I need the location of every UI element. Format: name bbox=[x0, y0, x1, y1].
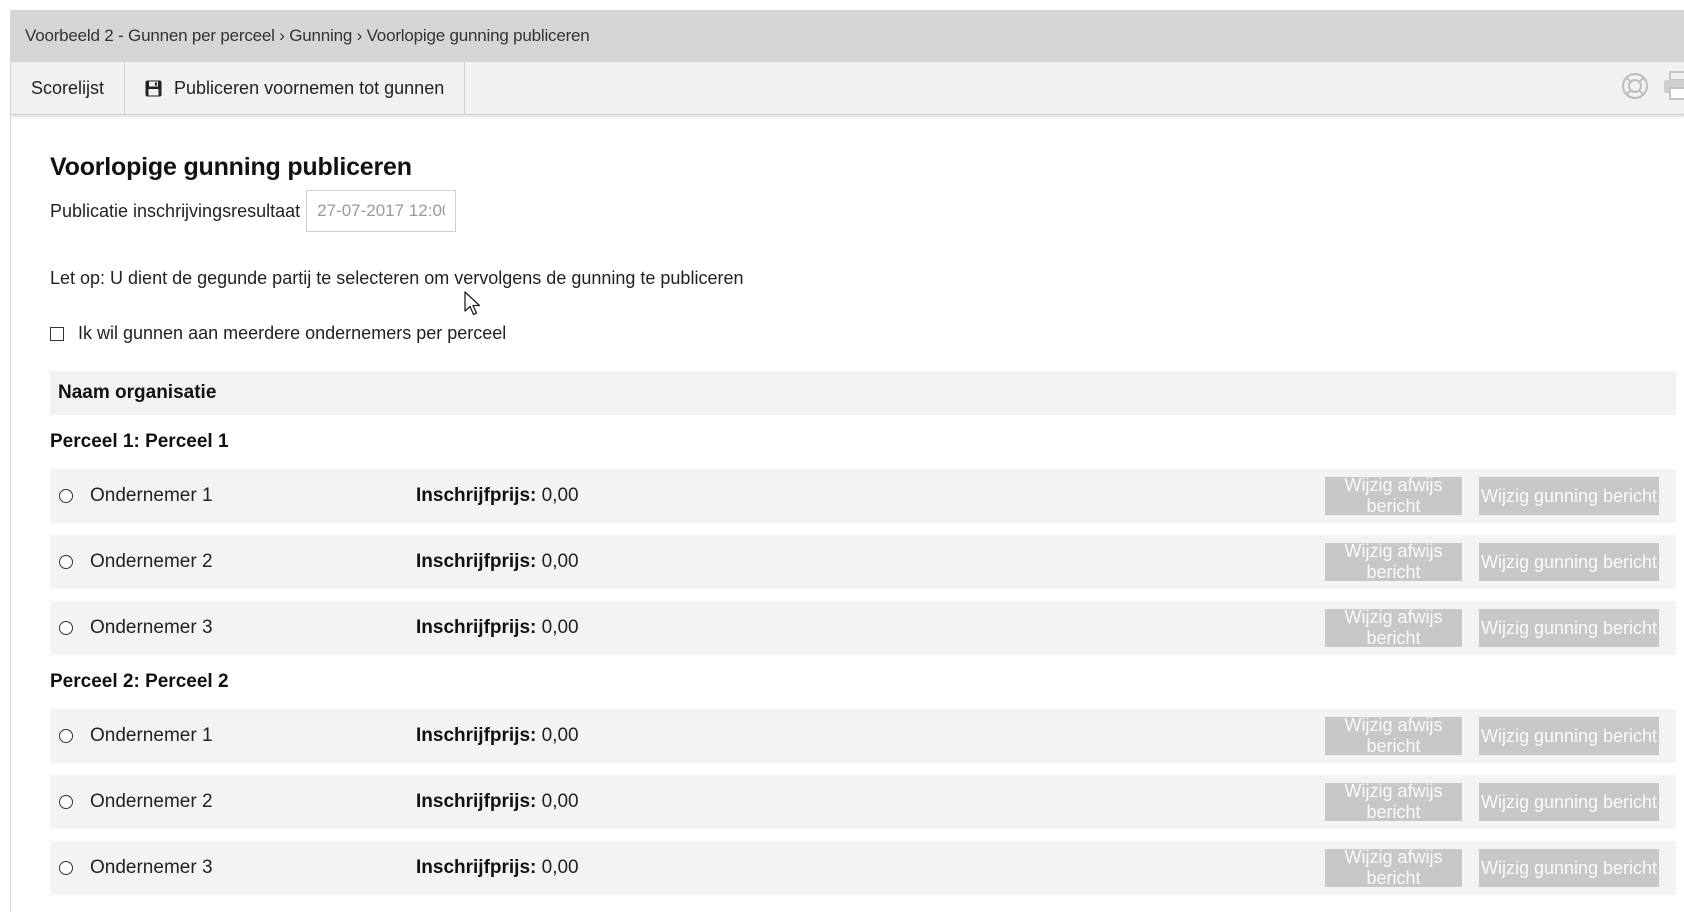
edit-award-message-button[interactable]: Wijzig gunning bericht bbox=[1479, 783, 1659, 821]
bid-price-label: Inschrijfprijs: bbox=[416, 617, 537, 638]
bid-price: Inschrijfprijs: 0,00 bbox=[416, 725, 579, 747]
row-actions: Wijzig afwijs bericht Wijzig gunning ber… bbox=[1308, 607, 1659, 648]
breadcrumb: Voorbeeld 2 - Gunnen per perceel › Gunni… bbox=[11, 10, 1684, 62]
bid-price-value: 0,00 bbox=[541, 485, 579, 506]
toolbar: Scorelijst Publiceren voornemen tot gunn… bbox=[11, 62, 1684, 115]
scorelijst-label: Scorelijst bbox=[31, 77, 105, 98]
edit-award-message-button[interactable]: Wijzig gunning bericht bbox=[1479, 543, 1659, 581]
mouse-cursor-icon bbox=[464, 291, 481, 316]
bid-price: Inschrijfprijs: 0,00 bbox=[416, 791, 579, 813]
edit-award-message-button[interactable]: Wijzig gunning bericht bbox=[1479, 717, 1659, 755]
edit-rejection-message-button[interactable]: Wijzig afwijs bericht bbox=[1325, 607, 1462, 648]
lot-title: Perceel 1: Perceel 1 bbox=[50, 431, 229, 452]
select-bidder-radio[interactable] bbox=[59, 795, 73, 809]
table-row: Ondernemer 1 Inschrijfprijs: 0,00 Wijzig… bbox=[50, 709, 1676, 763]
table-row: Ondernemer 2 Inschrijfprijs: 0,00 Wijzig… bbox=[50, 535, 1676, 589]
table-row: Ondernemer 2 Inschrijfprijs: 0,00 Wijzig… bbox=[50, 775, 1676, 829]
bid-price-label: Inschrijfprijs: bbox=[416, 485, 537, 506]
bid-price: Inschrijfprijs: 0,00 bbox=[416, 617, 579, 639]
row-actions: Wijzig afwijs bericht Wijzig gunning ber… bbox=[1308, 781, 1659, 822]
bidder-name: Ondernemer 1 bbox=[90, 485, 213, 506]
bidder-name: Ondernemer 1 bbox=[90, 725, 213, 746]
table-header: Naam organisatie bbox=[50, 371, 1676, 415]
toolbar-right bbox=[1621, 62, 1684, 114]
table-row: Ondernemer 3 Inschrijfprijs: 0,00 Wijzig… bbox=[50, 601, 1676, 655]
selection-note: Let op: U dient de gegunde partij te sel… bbox=[50, 268, 744, 288]
scorelijst-button[interactable]: Scorelijst bbox=[11, 62, 126, 114]
help-lifebuoy-icon[interactable] bbox=[1621, 72, 1649, 105]
lot-title: Perceel 2: Perceel 2 bbox=[50, 671, 229, 692]
bid-price-label: Inschrijfprijs: bbox=[416, 551, 537, 572]
edit-award-message-button[interactable]: Wijzig gunning bericht bbox=[1479, 609, 1659, 647]
publication-row: Publicatie inschrijvingsresultaat bbox=[50, 190, 1684, 232]
main-content: Voorlopige gunning publiceren Publicatie… bbox=[11, 115, 1684, 895]
print-icon[interactable] bbox=[1663, 70, 1684, 106]
select-bidder-radio[interactable] bbox=[59, 621, 73, 635]
multi-award-option: Ik wil gunnen aan meerdere ondernemers p… bbox=[50, 323, 1684, 344]
table-row: Ondernemer 1 Inschrijfprijs: 0,00 Wijzig… bbox=[50, 469, 1676, 523]
edit-award-message-button[interactable]: Wijzig gunning bericht bbox=[1479, 849, 1659, 887]
publication-label: Publicatie inschrijvingsresultaat bbox=[50, 200, 301, 221]
edit-award-message-button[interactable]: Wijzig gunning bericht bbox=[1479, 477, 1659, 515]
page-title: Voorlopige gunning publiceren bbox=[50, 153, 412, 181]
bid-price-value: 0,00 bbox=[541, 725, 579, 746]
select-bidder-radio[interactable] bbox=[59, 489, 73, 503]
app-frame: Voorbeeld 2 - Gunnen per perceel › Gunni… bbox=[10, 10, 1684, 912]
bidder-name: Ondernemer 2 bbox=[90, 551, 213, 572]
bidder-name: Ondernemer 3 bbox=[90, 617, 213, 638]
bid-price-value: 0,00 bbox=[541, 857, 579, 878]
breadcrumb-text: Voorbeeld 2 - Gunnen per perceel › Gunni… bbox=[25, 26, 590, 45]
select-bidder-radio[interactable] bbox=[59, 861, 73, 875]
bid-price-label: Inschrijfprijs: bbox=[416, 725, 537, 746]
bidder-name: Ondernemer 2 bbox=[90, 791, 213, 812]
multi-award-checkbox[interactable] bbox=[50, 326, 64, 341]
edit-rejection-message-button[interactable]: Wijzig afwijs bericht bbox=[1325, 475, 1462, 516]
bid-price-label: Inschrijfprijs: bbox=[416, 857, 537, 878]
select-bidder-radio[interactable] bbox=[59, 555, 73, 569]
select-bidder-radio[interactable] bbox=[59, 729, 73, 743]
bid-price-value: 0,00 bbox=[541, 551, 579, 572]
table-row: Ondernemer 3 Inschrijfprijs: 0,00 Wijzig… bbox=[50, 841, 1676, 895]
row-actions: Wijzig afwijs bericht Wijzig gunning ber… bbox=[1308, 715, 1659, 756]
multi-award-label: Ik wil gunnen aan meerdere ondernemers p… bbox=[78, 323, 507, 343]
publish-intention-label: Publiceren voornemen tot gunnen bbox=[174, 77, 445, 98]
row-actions: Wijzig afwijs bericht Wijzig gunning ber… bbox=[1308, 541, 1659, 582]
bidders-table: Naam organisatie Perceel 1: Perceel 1 On… bbox=[50, 371, 1676, 895]
bid-price-value: 0,00 bbox=[541, 791, 579, 812]
edit-rejection-message-button[interactable]: Wijzig afwijs bericht bbox=[1325, 781, 1462, 822]
bid-price-value: 0,00 bbox=[541, 617, 579, 638]
column-header-organization: Naam organisatie bbox=[58, 382, 217, 403]
edit-rejection-message-button[interactable]: Wijzig afwijs bericht bbox=[1325, 541, 1462, 582]
row-actions: Wijzig afwijs bericht Wijzig gunning ber… bbox=[1308, 847, 1659, 888]
edit-rejection-message-button[interactable]: Wijzig afwijs bericht bbox=[1325, 715, 1462, 756]
edit-rejection-message-button[interactable]: Wijzig afwijs bericht bbox=[1325, 847, 1462, 888]
bid-price: Inschrijfprijs: 0,00 bbox=[416, 857, 579, 879]
bid-price: Inschrijfprijs: 0,00 bbox=[416, 551, 579, 573]
publish-intention-button[interactable]: Publiceren voornemen tot gunnen bbox=[125, 62, 466, 114]
save-icon bbox=[145, 80, 162, 97]
bid-price: Inschrijfprijs: 0,00 bbox=[416, 485, 579, 507]
row-actions: Wijzig afwijs bericht Wijzig gunning ber… bbox=[1308, 475, 1659, 516]
bid-price-label: Inschrijfprijs: bbox=[416, 791, 537, 812]
publication-date-field[interactable] bbox=[306, 190, 457, 232]
bidder-name: Ondernemer 3 bbox=[90, 857, 213, 878]
